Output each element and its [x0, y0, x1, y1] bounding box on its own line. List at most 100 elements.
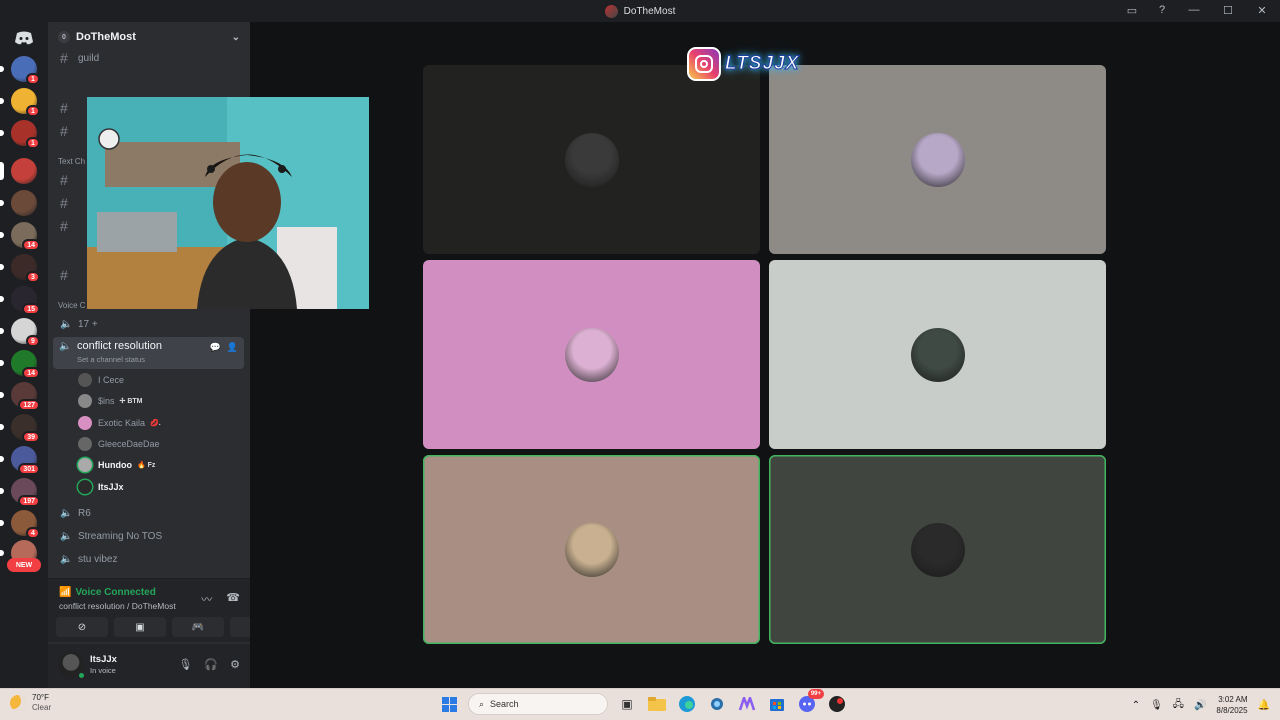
voice-channel-17plus[interactable]: 🔈 17 +	[56, 314, 244, 334]
notification-icon[interactable]: 🔔	[1258, 700, 1270, 711]
category-voice-channels[interactable]: Voice C	[58, 301, 86, 310]
channel-guild[interactable]: # guild	[56, 48, 244, 68]
voice-connected-subtitle: conflict resolution / DoTheMost	[59, 601, 176, 611]
screen-share-icon: ▣	[135, 621, 145, 633]
network-icon[interactable]: 🖧	[1173, 697, 1184, 714]
video-tile[interactable]	[769, 455, 1106, 644]
server-icon[interactable]: 301	[0, 446, 40, 475]
voice-member[interactable]: $ins ✢ BTM	[78, 392, 143, 410]
voice-connected-label: Voice Connected	[75, 587, 156, 598]
microphone-icon[interactable]: 🎙	[178, 658, 192, 671]
voice-channel-streaming[interactable]: 🔈 Streaming No TOS	[56, 526, 244, 546]
inbox-icon[interactable]: ▭	[1124, 2, 1140, 18]
unread-indicator	[0, 328, 4, 334]
video-tile[interactable]	[769, 260, 1106, 449]
hash-icon: #	[60, 50, 68, 66]
server-icon[interactable]: 9	[0, 318, 40, 347]
member-name: $ins	[98, 396, 115, 407]
speaker-icon: 🔈	[60, 530, 73, 542]
noise-suppression-icon[interactable]: 〰	[201, 591, 212, 607]
unread-indicator	[0, 130, 4, 136]
unread-indicator	[0, 520, 4, 526]
disconnect-icon[interactable]: ☎	[226, 591, 240, 607]
video-tile[interactable]	[423, 260, 760, 449]
store-icon[interactable]	[766, 693, 788, 715]
mention-badge: 1	[26, 137, 40, 149]
voice-member[interactable]: ItsJJx	[78, 478, 124, 496]
discord-taskbar-icon[interactable]: 99+	[796, 689, 824, 715]
unread-indicator	[0, 98, 4, 104]
mention-badge: 14	[22, 367, 40, 379]
hash-icon: #	[60, 218, 68, 234]
server-icon[interactable]: 127	[0, 382, 40, 411]
camera-off-button[interactable]: ⊘	[56, 617, 108, 637]
video-tile[interactable]	[423, 65, 760, 254]
volume-icon[interactable]: 🔊	[1194, 700, 1206, 711]
edge-icon[interactable]	[676, 693, 698, 715]
avatar	[78, 373, 92, 387]
headphones-icon[interactable]: 🎧	[204, 658, 218, 671]
server-icon[interactable]: 197	[0, 478, 40, 507]
active-voice-channel[interactable]: 🔈 conflict resolution Set a channel stat…	[53, 337, 244, 369]
avatar[interactable]	[58, 652, 86, 680]
server-icon[interactable]: 15	[0, 286, 40, 315]
server-icon[interactable]: 14	[0, 222, 40, 251]
voice-channel-r6[interactable]: 🔈 R6	[56, 503, 244, 523]
server-icon[interactable]: 1	[0, 56, 40, 85]
channel-status[interactable]: Set a channel status	[77, 355, 145, 364]
clock[interactable]: 3:02 AM 8/8/2025	[1216, 694, 1247, 716]
active-channel-name: conflict resolution	[77, 340, 162, 352]
voice-member[interactable]: Exotic Kaila 💋.	[78, 414, 161, 432]
video-tile[interactable]	[423, 455, 760, 644]
server-icon[interactable]	[0, 190, 37, 216]
server-icon[interactable]: 14	[0, 350, 40, 379]
file-explorer-icon[interactable]	[646, 693, 668, 715]
user-name[interactable]: ItsJJx	[90, 654, 117, 665]
screen-share-button[interactable]: ▣	[114, 617, 166, 637]
user-status: In voice	[90, 666, 116, 675]
voice-connected-title[interactable]: 📶 Voice Connected	[59, 587, 156, 598]
close-button[interactable]: ✕	[1252, 4, 1272, 17]
avatar	[78, 394, 92, 409]
category-text-channels[interactable]: Text Ch	[58, 157, 85, 166]
copilot-icon[interactable]	[736, 693, 758, 715]
minimize-button[interactable]: —	[1184, 4, 1204, 16]
voice-member[interactable]: GleeceDaeDae	[78, 435, 160, 453]
server-icon[interactable]: 3	[0, 254, 40, 283]
server-icon[interactable]: 39	[0, 414, 40, 443]
voice-member[interactable]: I Cece	[78, 371, 124, 389]
profile-app-icon[interactable]	[826, 693, 848, 715]
mention-badge: 39	[22, 431, 40, 443]
channel-label: guild	[78, 52, 100, 64]
chat-icon[interactable]: 💬	[210, 342, 221, 353]
user-panel: ItsJJx In voice 🎙 🎧 ⚙	[48, 644, 250, 688]
invite-icon[interactable]: 👤	[227, 342, 238, 353]
server-icon[interactable]: 1	[0, 120, 40, 149]
clock-time: 3:02 AM	[1218, 695, 1248, 704]
weather-widget[interactable]: 70°F Clear	[10, 693, 51, 713]
avatar	[78, 436, 92, 451]
help-icon[interactable]: ?	[1154, 2, 1170, 18]
avatar	[910, 327, 965, 382]
server-icon[interactable]	[0, 158, 37, 184]
app-icon[interactable]	[706, 693, 728, 715]
server-icon[interactable]: 1	[0, 88, 40, 117]
start-button[interactable]	[438, 693, 460, 715]
voice-channel-stu-vibez[interactable]: 🔈 stu vibez	[56, 549, 244, 569]
task-view-icon[interactable]: ▣	[616, 693, 638, 715]
member-tag: 🔥 Fz	[137, 462, 156, 470]
avatar	[564, 327, 619, 382]
gear-icon[interactable]: ⚙	[230, 658, 240, 671]
server-icon[interactable]: 4	[0, 510, 40, 539]
maximize-button[interactable]: ☐	[1218, 4, 1238, 17]
search-input[interactable]: ⌕ Search	[468, 693, 608, 715]
mention-badge: 15	[22, 303, 40, 315]
discord-home-icon[interactable]	[12, 28, 36, 48]
microphone-tray-icon[interactable]: 🎙	[1150, 700, 1163, 711]
chevron-down-icon[interactable]: ⌄	[232, 32, 240, 43]
member-name: GleeceDaeDae	[98, 438, 160, 449]
video-tile[interactable]	[769, 65, 1106, 254]
voice-member[interactable]: Hundoo 🔥 Fz	[78, 456, 155, 474]
activity-button[interactable]: 🎮	[172, 617, 224, 637]
chevron-up-icon[interactable]: ⌃	[1132, 700, 1140, 711]
